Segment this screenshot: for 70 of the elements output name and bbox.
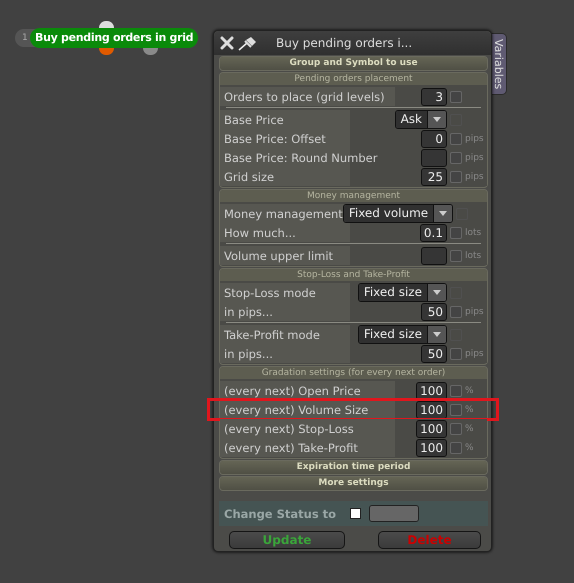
status-label: Change Status to (224, 506, 336, 520)
unit-label: pips (465, 348, 484, 358)
checkbox[interactable] (450, 384, 462, 396)
field-label: Money management (223, 206, 343, 220)
checkbox[interactable] (450, 306, 462, 318)
checkbox[interactable] (450, 132, 462, 144)
number-field[interactable]: 100 (416, 400, 447, 418)
field-label: (every next) Open Price (223, 384, 362, 398)
caret-icon (433, 290, 441, 295)
field-label: (every next) Take-Profit (223, 440, 359, 454)
window-title: Buy pending orders i... (276, 36, 412, 50)
pin-icon[interactable] (238, 35, 258, 51)
field-label: Grid size (223, 170, 276, 184)
field-label: (every next) Volume Size (223, 402, 370, 416)
number-field[interactable]: 25 (421, 168, 447, 186)
unit-label: pips (465, 306, 484, 316)
checkbox[interactable] (450, 152, 462, 164)
unit-label: % (465, 386, 474, 396)
field-label: Base Price: Round Number (223, 150, 378, 164)
section-header[interactable]: Expiration time period (220, 461, 487, 474)
dropdown[interactable]: Fixed volume (342, 204, 454, 223)
caret-icon (433, 332, 441, 337)
number-field[interactable] (421, 246, 447, 264)
caret-icon (433, 117, 441, 122)
number-field[interactable]: 3 (421, 88, 447, 106)
field-label: Take-Profit mode (223, 328, 321, 342)
checkbox[interactable] (450, 250, 462, 262)
field-label: Orders to place (grid levels) (223, 90, 386, 104)
field-label: (every next) Stop-Loss (223, 422, 355, 436)
node-label[interactable]: Buy pending orders in grid (30, 28, 198, 48)
unit-label: lots (465, 228, 482, 238)
status-field[interactable] (369, 505, 420, 522)
field-label: in pips... (223, 346, 274, 360)
caret-icon (439, 211, 448, 216)
checkbox[interactable] (450, 442, 462, 454)
number-field[interactable]: 100 (416, 438, 447, 456)
field-label: Base Price (223, 112, 285, 126)
section-header[interactable]: More settings (220, 477, 487, 490)
field-label: How much... (223, 226, 297, 240)
number-field[interactable] (421, 148, 447, 166)
checkbox[interactable] (450, 226, 462, 238)
unit-label: pips (465, 152, 484, 162)
unit-label: % (465, 442, 474, 452)
checkbox[interactable] (350, 508, 362, 519)
field-label: Stop-Loss mode (223, 286, 317, 300)
dropdown[interactable]: Fixed size (358, 283, 447, 302)
number-field[interactable]: 100 (416, 382, 447, 400)
checkbox[interactable] (450, 422, 462, 434)
checkbox[interactable] (450, 404, 462, 416)
number-field[interactable]: 100 (416, 420, 447, 438)
unit-label: lots (465, 250, 482, 260)
unit-label: % (465, 424, 474, 434)
number-field[interactable]: 0.1 (420, 224, 447, 242)
unit-label: pips (465, 134, 484, 144)
field-label: Base Price: Offset (223, 132, 327, 146)
checkbox[interactable] (450, 170, 462, 182)
dropdown[interactable]: Ask (394, 110, 447, 129)
field-label: in pips... (223, 304, 274, 318)
number-field[interactable]: 50 (421, 344, 447, 362)
checkbox[interactable] (450, 348, 462, 360)
field-label: Volume upper limit (223, 248, 334, 262)
number-field[interactable]: 50 (421, 302, 447, 320)
checkbox[interactable] (450, 90, 462, 102)
close-icon[interactable] (220, 36, 234, 50)
number-field[interactable]: 0 (421, 130, 447, 148)
side-tab[interactable]: Variables (491, 33, 507, 95)
section-header[interactable]: Group and Symbol to use (220, 57, 487, 70)
unit-label: pips (465, 172, 484, 182)
dropdown[interactable]: Fixed size (358, 325, 447, 344)
unit-label: % (465, 404, 474, 414)
